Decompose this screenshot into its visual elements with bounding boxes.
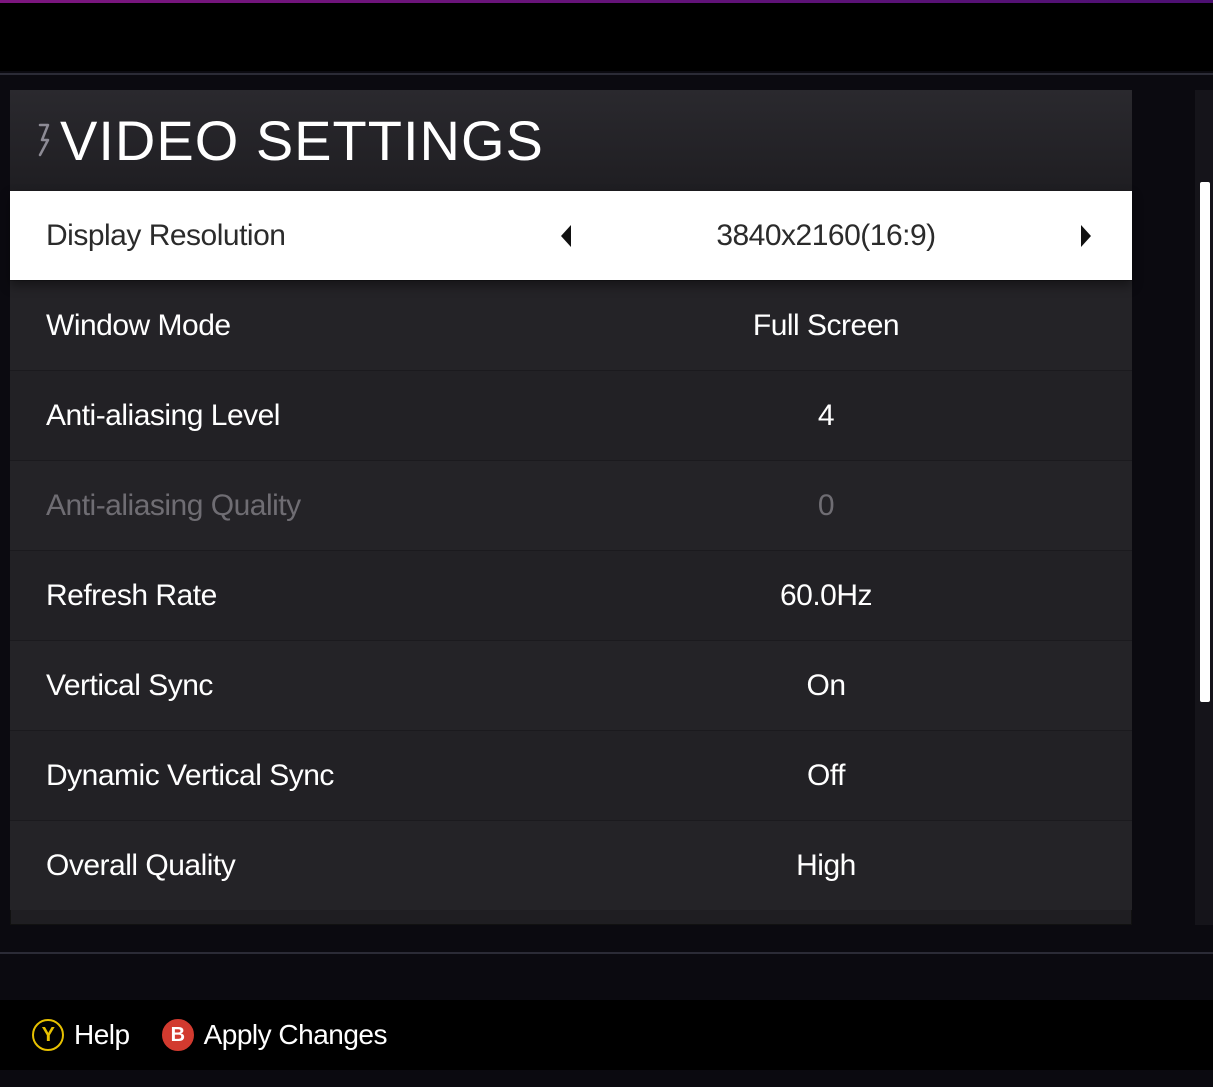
row-vertical-sync[interactable]: Vertical Sync On bbox=[10, 640, 1132, 730]
row-dynamic-vertical-sync[interactable]: Dynamic Vertical Sync Off bbox=[10, 730, 1132, 820]
row-label: Dynamic Vertical Sync bbox=[46, 759, 556, 793]
page-title: VIDEO SETTINGS bbox=[60, 108, 544, 173]
value-stepper: 60.0Hz bbox=[556, 579, 1096, 613]
row-label: Window Mode bbox=[46, 309, 556, 343]
row-label: Anti-aliasing Level bbox=[46, 399, 556, 433]
row-label: Anti-aliasing Quality bbox=[46, 489, 556, 523]
row-value: High bbox=[556, 849, 1096, 883]
y-button-icon: Y bbox=[32, 1019, 64, 1051]
row-value: Off bbox=[556, 759, 1096, 793]
footer-bar: Y Help B Apply Changes bbox=[0, 1000, 1213, 1070]
row-value: 0 bbox=[556, 489, 1096, 523]
value-stepper: 3840x2160(16:9) bbox=[556, 219, 1096, 253]
row-value: 60.0Hz bbox=[556, 579, 1096, 613]
value-stepper: Full Screen bbox=[556, 309, 1096, 343]
row-value: 3840x2160(16:9) bbox=[576, 219, 1076, 253]
row-value: On bbox=[556, 669, 1096, 703]
row-label: Overall Quality bbox=[46, 849, 556, 883]
bottom-frame-line bbox=[0, 952, 1213, 954]
row-anti-aliasing-level[interactable]: Anti-aliasing Level 4 bbox=[10, 370, 1132, 460]
value-stepper: 4 bbox=[556, 399, 1096, 433]
b-button-icon: B bbox=[162, 1019, 194, 1051]
row-label: Refresh Rate bbox=[46, 579, 556, 613]
apply-changes-button[interactable]: B Apply Changes bbox=[162, 1019, 387, 1051]
video-settings-screen: VIDEO SETTINGS Display Resolution 3840x2… bbox=[0, 0, 1213, 1087]
settings-panel: VIDEO SETTINGS Display Resolution 3840x2… bbox=[10, 90, 1132, 925]
value-stepper: High bbox=[556, 849, 1096, 883]
value-stepper: 0 bbox=[556, 489, 1096, 523]
row-window-mode[interactable]: Window Mode Full Screen bbox=[10, 280, 1132, 370]
scrollbar-track[interactable] bbox=[1195, 90, 1213, 925]
top-black-band bbox=[0, 3, 1213, 71]
help-button[interactable]: Y Help bbox=[32, 1019, 130, 1051]
row-anti-aliasing-quality: Anti-aliasing Quality 0 bbox=[10, 460, 1132, 550]
apply-changes-label: Apply Changes bbox=[204, 1019, 387, 1051]
row-label: Display Resolution bbox=[46, 219, 556, 253]
row-value: Full Screen bbox=[556, 309, 1096, 343]
value-stepper: Off bbox=[556, 759, 1096, 793]
scrollbar-thumb[interactable] bbox=[1200, 182, 1210, 702]
chevron-left-icon[interactable] bbox=[556, 222, 576, 250]
title-decor-icon bbox=[34, 121, 56, 159]
chevron-right-icon[interactable] bbox=[1076, 222, 1096, 250]
settings-rows: Display Resolution 3840x2160(16:9) Windo… bbox=[10, 190, 1132, 910]
help-label: Help bbox=[74, 1019, 130, 1051]
row-value: 4 bbox=[556, 399, 1096, 433]
top-frame-line bbox=[0, 73, 1213, 75]
row-display-resolution[interactable]: Display Resolution 3840x2160(16:9) bbox=[10, 190, 1132, 280]
row-label: Vertical Sync bbox=[46, 669, 556, 703]
title-bar: VIDEO SETTINGS bbox=[10, 90, 1132, 190]
value-stepper: On bbox=[556, 669, 1096, 703]
row-refresh-rate[interactable]: Refresh Rate 60.0Hz bbox=[10, 550, 1132, 640]
row-overall-quality[interactable]: Overall Quality High bbox=[10, 820, 1132, 910]
